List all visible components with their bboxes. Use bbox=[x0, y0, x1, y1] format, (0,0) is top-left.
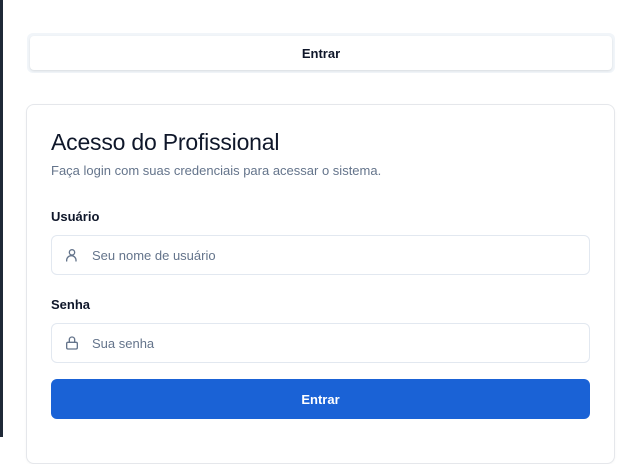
username-label: Usuário bbox=[51, 209, 100, 224]
login-submit-label: Entrar bbox=[301, 391, 340, 407]
username-input[interactable] bbox=[92, 236, 572, 274]
login-submit-button[interactable]: Entrar bbox=[51, 379, 590, 419]
password-field[interactable] bbox=[51, 323, 590, 363]
card-description: Faça login com suas credenciais para ace… bbox=[51, 163, 382, 178]
password-input[interactable] bbox=[92, 324, 572, 362]
card-title: Acesso do Profissional bbox=[51, 129, 280, 155]
password-label: Senha bbox=[51, 297, 91, 312]
tab-entrar-label: Entrar bbox=[301, 45, 341, 61]
login-card: Acesso do Profissional Faça login com su… bbox=[26, 104, 615, 464]
lock-icon bbox=[64, 335, 80, 351]
auth-tabs: Entrar bbox=[27, 33, 615, 73]
user-icon bbox=[64, 247, 80, 263]
username-field[interactable] bbox=[51, 235, 590, 275]
tab-entrar[interactable]: Entrar bbox=[30, 36, 612, 70]
